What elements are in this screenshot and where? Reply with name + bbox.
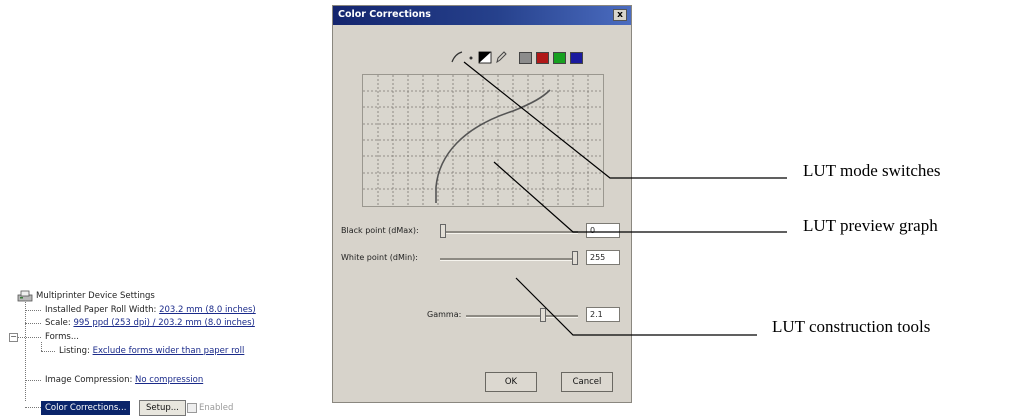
construction-tools-callout: LUT construction tools: [772, 317, 931, 336]
mode-switches-leader: [463, 61, 787, 179]
preview-graph-leader: [493, 161, 787, 233]
construction-tools-leader: [515, 277, 757, 336]
callout-lines: [463, 61, 787, 336]
mode-switches-callout: LUT mode switches: [803, 161, 941, 180]
preview-graph-callout: LUT preview graph: [803, 216, 938, 235]
